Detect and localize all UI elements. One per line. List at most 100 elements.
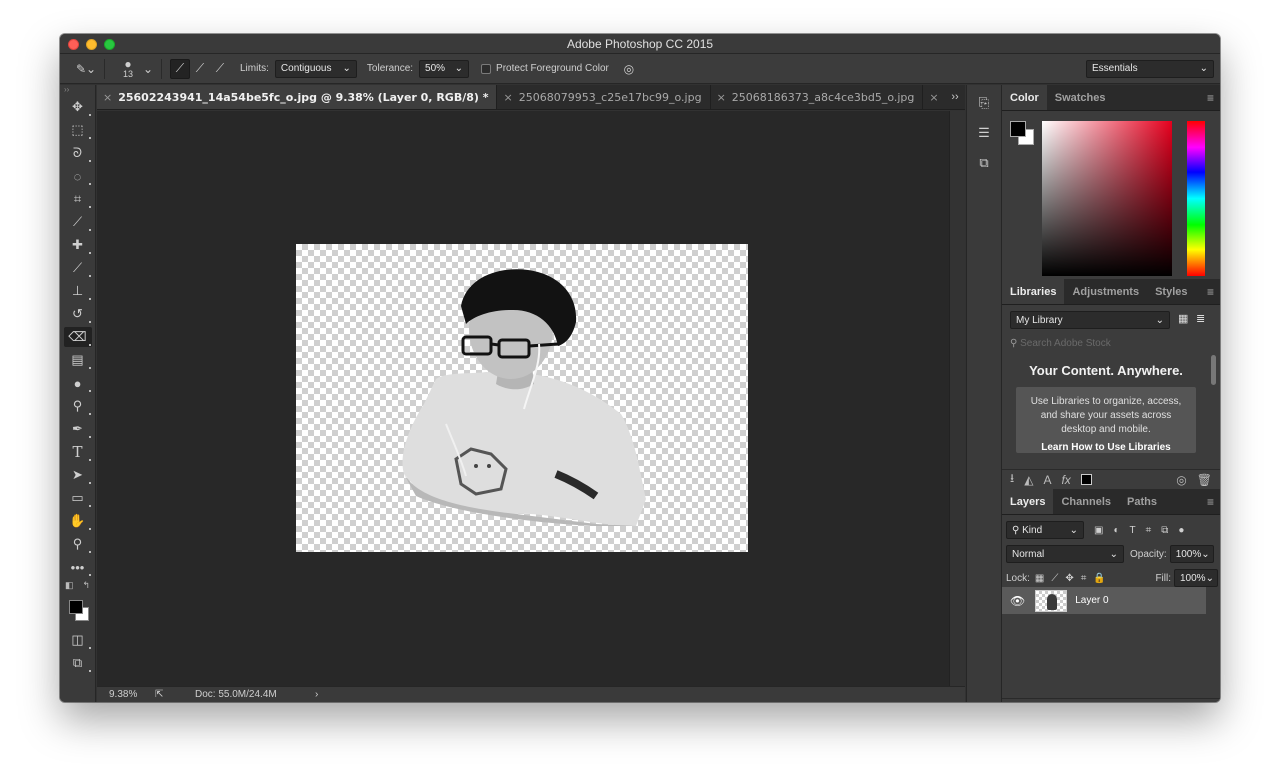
tab-styles[interactable]: Styles: [1147, 279, 1195, 304]
quick-mask-icon[interactable]: ◫: [64, 630, 92, 650]
tab-libraries[interactable]: Libraries: [1002, 279, 1065, 304]
healing-brush-tool-icon[interactable]: ✚: [64, 235, 92, 255]
add-character-style-icon[interactable]: A: [1043, 473, 1051, 487]
limits-dropdown[interactable]: Contiguous ⌄: [274, 59, 357, 78]
filter-adjustment-icon[interactable]: ◐: [1113, 525, 1119, 536]
clone-source-panel-icon[interactable]: ⧉: [972, 151, 996, 175]
crop-tool-icon[interactable]: ⌗: [64, 189, 92, 209]
hue-slider[interactable]: [1187, 121, 1205, 276]
add-layer-style-icon[interactable]: fx: [1061, 473, 1070, 487]
eyedropper-tool-icon[interactable]: ⟋: [64, 212, 92, 232]
brush-size-picker[interactable]: ● 13: [113, 58, 143, 79]
lock-position-icon[interactable]: ✥: [1065, 573, 1073, 584]
document-image[interactable]: [296, 244, 748, 552]
add-color-icon[interactable]: [1080, 474, 1092, 485]
status-menu-arrow-icon[interactable]: ›: [315, 689, 318, 700]
panel-menu-icon[interactable]: ≡: [1207, 279, 1214, 305]
more-tools-icon[interactable]: •••: [64, 557, 92, 577]
history-brush-tool-icon[interactable]: ↺: [64, 304, 92, 324]
chevron-down-icon[interactable]: ⌄: [143, 59, 153, 79]
layer-filter-dropdown[interactable]: ⚲ Kind ⌄: [1006, 521, 1084, 539]
tab-layers[interactable]: Layers: [1002, 489, 1054, 514]
tab-channels[interactable]: Channels: [1053, 489, 1119, 514]
tab-document-3[interactable]: × 25068186373_a8c4ce3bd5_o.jpg: [711, 85, 924, 109]
opacity-field[interactable]: 100% ⌄: [1169, 545, 1214, 563]
share-icon[interactable]: ⇱: [155, 689, 195, 700]
panel-menu-icon[interactable]: ≡: [1207, 489, 1214, 515]
lock-transparent-icon[interactable]: ▦: [1035, 573, 1044, 584]
filter-shape-icon[interactable]: ⌗: [1146, 525, 1152, 536]
tab-document-1[interactable]: × 25602243941_14a54be5fc_o.jpg @ 9.38% (L…: [97, 85, 498, 109]
pressure-size-icon[interactable]: ◎: [619, 59, 639, 79]
zoom-level[interactable]: 9.38%: [109, 689, 155, 700]
grid-view-icon[interactable]: ▦: [1178, 312, 1188, 325]
maximize-window-button[interactable]: [104, 39, 115, 50]
marquee-tool-icon[interactable]: ⬚: [64, 120, 92, 140]
history-panel-icon[interactable]: ⎘: [972, 91, 996, 115]
eye-icon[interactable]: 👁: [1010, 594, 1025, 608]
properties-panel-icon[interactable]: ☰: [972, 121, 996, 145]
fill-field[interactable]: 100% ⌄: [1174, 569, 1218, 587]
swap-colors-icon[interactable]: ↰: [82, 580, 90, 592]
blend-mode-dropdown[interactable]: Normal ⌄: [1006, 545, 1124, 563]
workspace-dropdown[interactable]: Essentials ⌄: [1086, 59, 1214, 78]
brush-tool-icon[interactable]: ⟋: [64, 258, 92, 278]
minimize-window-button[interactable]: [86, 39, 97, 50]
tab-swatches[interactable]: Swatches: [1047, 85, 1114, 110]
sampling-background-icon[interactable]: ⟋: [210, 59, 230, 79]
tab-adjustments[interactable]: Adjustments: [1064, 279, 1147, 304]
creative-cloud-icon[interactable]: ◎: [1176, 473, 1186, 487]
filter-pixel-icon[interactable]: ▣: [1094, 525, 1103, 536]
move-tool-icon[interactable]: ✥: [64, 97, 92, 117]
eraser-tool-icon[interactable]: ⌫: [63, 327, 92, 347]
close-icon[interactable]: ×: [929, 91, 938, 104]
layer-row[interactable]: 👁 Layer 0: [1002, 587, 1206, 614]
color-picker-field[interactable]: [1042, 121, 1172, 276]
canvas-vertical-scrollbar[interactable]: [949, 111, 965, 686]
canvas-area[interactable]: [97, 111, 949, 686]
tab-document-2[interactable]: × 25068079953_c25e17bc99_o.jpg: [497, 85, 711, 109]
foreground-color-swatch[interactable]: [1010, 121, 1026, 137]
sampling-continuous-icon[interactable]: ⟋: [170, 58, 190, 79]
rectangle-tool-icon[interactable]: ▭: [64, 488, 92, 508]
dodge-tool-icon[interactable]: ⚲: [64, 396, 92, 416]
path-selection-tool-icon[interactable]: ➤: [64, 465, 92, 485]
lock-artboard-icon[interactable]: ⌗: [1081, 573, 1087, 584]
layer-name[interactable]: Layer 0: [1075, 595, 1108, 606]
tool-preset-picker[interactable]: ✎⌄: [76, 59, 96, 79]
upload-icon[interactable]: ⭳: [1010, 469, 1014, 490]
lock-image-icon[interactable]: ⟋: [1051, 573, 1058, 584]
pen-tool-icon[interactable]: ✒: [64, 419, 92, 439]
list-view-icon[interactable]: ≣: [1196, 312, 1205, 325]
blur-tool-icon[interactable]: ●: [64, 373, 92, 393]
close-icon[interactable]: ×: [717, 91, 726, 104]
expand-toolbar-icon[interactable]: ››: [60, 85, 95, 97]
close-window-button[interactable]: [68, 39, 79, 50]
lasso-tool-icon[interactable]: ᘐ: [64, 143, 92, 163]
clone-stamp-tool-icon[interactable]: ⊥: [64, 281, 92, 301]
tab-color[interactable]: Color: [1002, 85, 1047, 110]
close-icon[interactable]: ×: [503, 91, 512, 104]
type-tool-icon[interactable]: T: [64, 442, 92, 462]
learn-libraries-link[interactable]: Learn How to Use Libraries: [1026, 441, 1186, 453]
screen-mode-icon[interactable]: ⧉: [64, 653, 92, 673]
filter-smart-object-icon[interactable]: ⧉: [1161, 525, 1168, 536]
library-dropdown[interactable]: My Library ⌄: [1010, 311, 1170, 329]
protect-foreground-checkbox[interactable]: [481, 63, 492, 74]
color-swatches[interactable]: [64, 596, 92, 626]
tab-paths[interactable]: Paths: [1119, 489, 1165, 514]
lock-all-icon[interactable]: 🔒: [1093, 573, 1105, 584]
quick-selection-tool-icon[interactable]: ◌: [64, 166, 92, 186]
sampling-once-icon[interactable]: ⟋: [190, 59, 210, 79]
stock-search-input[interactable]: ⚲ Search Adobe Stock: [1010, 335, 1210, 353]
libraries-scrollbar[interactable]: [1211, 355, 1216, 385]
filter-toggle-icon[interactable]: ●: [1178, 525, 1184, 536]
tolerance-dropdown[interactable]: 50% ⌄: [419, 59, 470, 78]
default-colors-icon[interactable]: ◧: [65, 580, 74, 592]
filter-type-icon[interactable]: T: [1130, 525, 1136, 536]
gradient-tool-icon[interactable]: ▤: [64, 350, 92, 370]
close-icon[interactable]: ×: [103, 91, 112, 104]
foreground-color-swatch[interactable]: [68, 600, 83, 614]
tabs-overflow-icon[interactable]: ››: [945, 85, 965, 109]
add-graphic-icon[interactable]: ◭: [1024, 473, 1033, 487]
